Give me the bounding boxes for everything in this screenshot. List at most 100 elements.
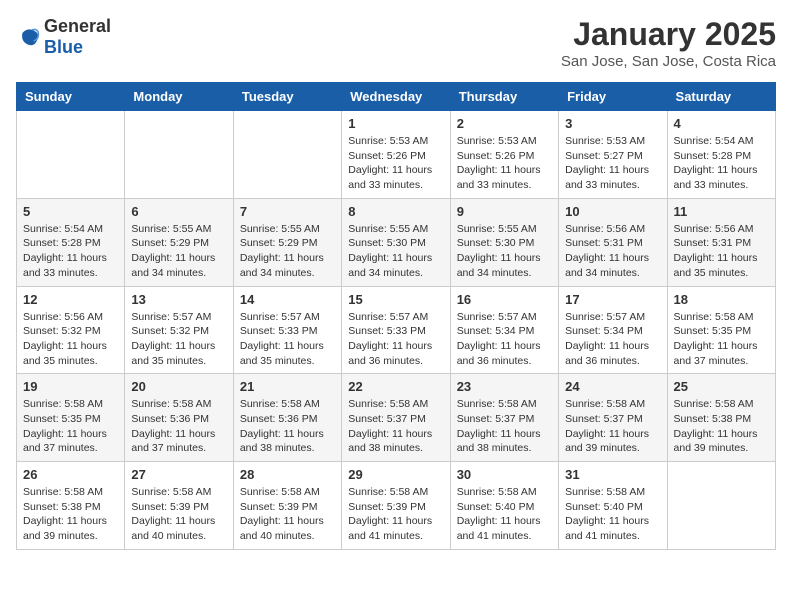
day-number: 4 [674,116,769,131]
day-info: Sunrise: 5:55 AMSunset: 5:30 PMDaylight:… [457,222,552,281]
day-number: 13 [131,292,226,307]
day-cell: 12 Sunrise: 5:56 AMSunset: 5:32 PMDayligh… [17,286,125,374]
day-cell: 4 Sunrise: 5:54 AMSunset: 5:28 PMDaylight… [667,111,775,199]
day-number: 5 [23,204,118,219]
weekday-header-row: SundayMondayTuesdayWednesdayThursdayFrid… [17,83,776,111]
day-info: Sunrise: 5:57 AMSunset: 5:33 PMDaylight:… [348,310,443,369]
title-area: January 2025 San Jose, San Jose, Costa R… [561,16,776,70]
day-cell: 7 Sunrise: 5:55 AMSunset: 5:29 PMDaylight… [233,198,341,286]
logo-blue: Blue [44,37,83,57]
day-info: Sunrise: 5:58 AMSunset: 5:35 PMDaylight:… [674,310,769,369]
week-row-2: 5 Sunrise: 5:54 AMSunset: 5:28 PMDaylight… [17,198,776,286]
day-info: Sunrise: 5:58 AMSunset: 5:39 PMDaylight:… [131,485,226,544]
day-info: Sunrise: 5:54 AMSunset: 5:28 PMDaylight:… [674,134,769,193]
logo-general: General [44,16,111,36]
day-info: Sunrise: 5:56 AMSunset: 5:31 PMDaylight:… [565,222,660,281]
day-info: Sunrise: 5:55 AMSunset: 5:29 PMDaylight:… [240,222,335,281]
day-cell: 24 Sunrise: 5:58 AMSunset: 5:37 PMDayligh… [559,374,667,462]
day-number: 18 [674,292,769,307]
weekday-header-sunday: Sunday [17,83,125,111]
day-info: Sunrise: 5:58 AMSunset: 5:37 PMDaylight:… [457,397,552,456]
day-number: 6 [131,204,226,219]
day-number: 2 [457,116,552,131]
day-cell: 6Sunrise: 5:55 AMSunset: 5:29 PMDaylight… [125,198,233,286]
day-cell: 25 Sunrise: 5:58 AMSunset: 5:38 PMDayligh… [667,374,775,462]
day-cell [233,111,341,199]
calendar-table: SundayMondayTuesdayWednesdayThursdayFrid… [16,82,776,550]
day-number: 23 [457,379,552,394]
weekday-header-thursday: Thursday [450,83,558,111]
day-cell: 20Sunrise: 5:58 AMSunset: 5:36 PMDayligh… [125,374,233,462]
day-info: Sunrise: 5:58 AMSunset: 5:37 PMDaylight:… [565,397,660,456]
day-cell: 5 Sunrise: 5:54 AMSunset: 5:28 PMDaylight… [17,198,125,286]
day-info: Sunrise: 5:57 AMSunset: 5:33 PMDaylight:… [240,310,335,369]
day-info: Sunrise: 5:56 AMSunset: 5:31 PMDaylight:… [674,222,769,281]
day-info: Sunrise: 5:58 AMSunset: 5:38 PMDaylight:… [674,397,769,456]
logo-text: General Blue [44,16,111,58]
day-number: 16 [457,292,552,307]
day-number: 8 [348,204,443,219]
day-number: 10 [565,204,660,219]
day-number: 26 [23,467,118,482]
week-row-4: 19Sunrise: 5:58 AMSunset: 5:35 PMDayligh… [17,374,776,462]
day-number: 22 [348,379,443,394]
day-number: 24 [565,379,660,394]
day-cell: 19Sunrise: 5:58 AMSunset: 5:35 PMDayligh… [17,374,125,462]
month-title: January 2025 [561,16,776,53]
day-cell: 22 Sunrise: 5:58 AMSunset: 5:37 PMDayligh… [342,374,450,462]
day-number: 11 [674,204,769,219]
day-info: Sunrise: 5:57 AMSunset: 5:34 PMDaylight:… [565,310,660,369]
day-cell: 26Sunrise: 5:58 AMSunset: 5:38 PMDayligh… [17,462,125,550]
day-cell: 31Sunrise: 5:58 AMSunset: 5:40 PMDayligh… [559,462,667,550]
day-info: Sunrise: 5:58 AMSunset: 5:39 PMDaylight:… [240,485,335,544]
day-number: 27 [131,467,226,482]
day-cell: 15 Sunrise: 5:57 AMSunset: 5:33 PMDayligh… [342,286,450,374]
day-cell: 28 Sunrise: 5:58 AMSunset: 5:39 PMDayligh… [233,462,341,550]
weekday-header-friday: Friday [559,83,667,111]
week-row-5: 26Sunrise: 5:58 AMSunset: 5:38 PMDayligh… [17,462,776,550]
day-number: 15 [348,292,443,307]
weekday-header-saturday: Saturday [667,83,775,111]
logo: General Blue [16,16,111,58]
day-cell: 11 Sunrise: 5:56 AMSunset: 5:31 PMDayligh… [667,198,775,286]
day-number: 9 [457,204,552,219]
day-number: 20 [131,379,226,394]
day-info: Sunrise: 5:58 AMSunset: 5:40 PMDaylight:… [457,485,552,544]
day-info: Sunrise: 5:58 AMSunset: 5:37 PMDaylight:… [348,397,443,456]
day-cell: 2Sunrise: 5:53 AMSunset: 5:26 PMDaylight… [450,111,558,199]
week-row-3: 12 Sunrise: 5:56 AMSunset: 5:32 PMDayligh… [17,286,776,374]
day-cell: 10 Sunrise: 5:56 AMSunset: 5:31 PMDayligh… [559,198,667,286]
day-info: Sunrise: 5:54 AMSunset: 5:28 PMDaylight:… [23,222,118,281]
weekday-header-wednesday: Wednesday [342,83,450,111]
day-cell: 17 Sunrise: 5:57 AMSunset: 5:34 PMDayligh… [559,286,667,374]
day-cell: 9 Sunrise: 5:55 AMSunset: 5:30 PMDaylight… [450,198,558,286]
day-number: 28 [240,467,335,482]
day-number: 1 [348,116,443,131]
day-cell: 21 Sunrise: 5:58 AMSunset: 5:36 PMDayligh… [233,374,341,462]
day-info: Sunrise: 5:53 AMSunset: 5:27 PMDaylight:… [565,134,660,193]
day-cell: 27 Sunrise: 5:58 AMSunset: 5:39 PMDayligh… [125,462,233,550]
day-cell [125,111,233,199]
day-info: Sunrise: 5:58 AMSunset: 5:39 PMDaylight:… [348,485,443,544]
day-number: 25 [674,379,769,394]
day-info: Sunrise: 5:58 AMSunset: 5:36 PMDaylight:… [240,397,335,456]
page-header: General Blue January 2025 San Jose, San … [16,16,776,70]
day-info: Sunrise: 5:58 AMSunset: 5:35 PMDaylight:… [23,397,118,456]
weekday-header-tuesday: Tuesday [233,83,341,111]
location-subtitle: San Jose, San Jose, Costa Rica [561,53,776,70]
day-number: 12 [23,292,118,307]
day-cell: 29Sunrise: 5:58 AMSunset: 5:39 PMDayligh… [342,462,450,550]
day-cell [667,462,775,550]
day-cell: 16Sunrise: 5:57 AMSunset: 5:34 PMDayligh… [450,286,558,374]
day-number: 21 [240,379,335,394]
day-number: 7 [240,204,335,219]
day-number: 14 [240,292,335,307]
day-cell: 8Sunrise: 5:55 AMSunset: 5:30 PMDaylight… [342,198,450,286]
day-cell: 13Sunrise: 5:57 AMSunset: 5:32 PMDayligh… [125,286,233,374]
day-number: 17 [565,292,660,307]
day-info: Sunrise: 5:53 AMSunset: 5:26 PMDaylight:… [348,134,443,193]
day-info: Sunrise: 5:56 AMSunset: 5:32 PMDaylight:… [23,310,118,369]
day-number: 3 [565,116,660,131]
day-cell: 14 Sunrise: 5:57 AMSunset: 5:33 PMDayligh… [233,286,341,374]
week-row-1: 1 Sunrise: 5:53 AMSunset: 5:26 PMDaylight… [17,111,776,199]
